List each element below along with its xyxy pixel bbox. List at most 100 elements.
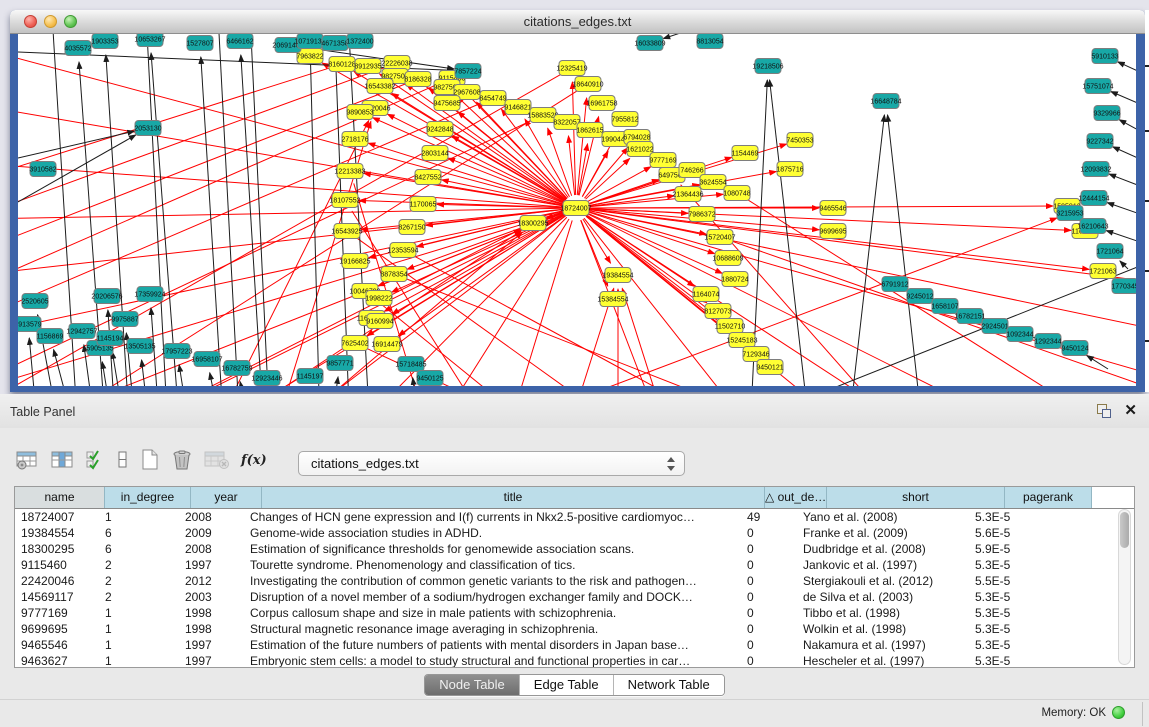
select-rows-icon[interactable]	[86, 448, 106, 472]
network-node[interactable]: 18640910	[572, 77, 603, 92]
network-node[interactable]: 15245183	[726, 333, 757, 348]
float-panel-icon[interactable]	[1096, 403, 1112, 419]
network-node[interactable]: 9227342	[1086, 134, 1113, 149]
network-node[interactable]: 16914479	[371, 337, 402, 352]
network-node[interactable]: 16958107	[191, 352, 222, 367]
network-node[interactable]: 1721063	[1089, 264, 1116, 279]
network-edge[interactable]	[498, 220, 572, 386]
table-scrollbar[interactable]	[1118, 509, 1131, 665]
network-node[interactable]: 9450124	[1061, 341, 1088, 356]
column-header-name[interactable]: name	[15, 487, 105, 508]
network-node[interactable]: 1372400	[346, 34, 373, 49]
network-node[interactable]: 6466162	[226, 34, 253, 49]
column-header-short[interactable]: short	[827, 487, 1005, 508]
table-row[interactable]: 946362711997Embryonic stem cells: a mode…	[15, 653, 1134, 668]
network-edge[interactable]	[588, 213, 722, 273]
network-node[interactable]: 3215953	[1056, 206, 1083, 221]
network-node[interactable]: 1998222	[365, 291, 392, 306]
network-node[interactable]: 8878354	[380, 267, 407, 282]
network-node[interactable]: 1875716	[776, 162, 803, 177]
network-node[interactable]: 12942757	[66, 324, 97, 339]
network-node[interactable]: 12093832	[1080, 162, 1111, 177]
network-node[interactable]: 7986372	[688, 207, 715, 222]
network-node[interactable]: 9975887	[111, 312, 138, 327]
network-node[interactable]: 12923446	[251, 371, 282, 386]
column-header-year[interactable]: year	[191, 487, 262, 508]
network-node[interactable]: 16033809	[634, 36, 665, 51]
network-node[interactable]: 9450121	[756, 360, 783, 375]
network-node[interactable]: 16782759	[221, 361, 252, 376]
tab-node-table[interactable]: Node Table	[425, 675, 519, 695]
network-node[interactable]: 10653267	[134, 34, 165, 47]
function-builder-icon[interactable]: f(x)	[241, 448, 267, 472]
network-node[interactable]: 21364436	[672, 187, 703, 202]
network-node[interactable]: 1164074	[693, 287, 720, 302]
network-node[interactable]: 9857771	[326, 356, 353, 371]
network-node[interactable]: 16782151	[954, 309, 985, 324]
network-node[interactable]: 8127073	[704, 304, 731, 319]
network-node[interactable]: 1903353	[91, 34, 118, 49]
network-node[interactable]: 8427552	[414, 170, 441, 185]
network-edge[interactable]	[142, 360, 150, 386]
show-columns-icon[interactable]	[51, 448, 75, 472]
network-edge[interactable]	[1119, 120, 1136, 131]
network-node[interactable]: 16648784	[870, 94, 901, 109]
network-edge[interactable]	[218, 34, 240, 386]
network-edge[interactable]	[1109, 174, 1136, 186]
network-node[interactable]: 12353594	[387, 243, 418, 258]
network-node[interactable]: 1092344	[1006, 327, 1033, 342]
network-node[interactable]: 19384554	[602, 268, 633, 283]
network-window-titlebar[interactable]: citations_edges.txt	[10, 10, 1145, 34]
tab-network-table[interactable]: Network Table	[613, 675, 724, 695]
network-node[interactable]: 1658107	[931, 299, 958, 314]
network-node[interactable]: 7625402	[341, 336, 368, 351]
table-row[interactable]: 2242004622012Investigating the contribut…	[15, 573, 1134, 589]
network-node[interactable]: 9890853	[346, 105, 373, 120]
table-header-row[interactable]: namein_degreeyeartitle△ out_de…shortpage…	[15, 487, 1134, 509]
network-node[interactable]: 1880724	[721, 272, 748, 287]
network-node[interactable]: 1527807	[186, 36, 213, 51]
column-header-pagerank[interactable]: pagerank	[1005, 487, 1092, 508]
network-node[interactable]: 18724007	[560, 201, 591, 216]
network-node[interactable]: 1145197	[297, 369, 324, 384]
network-node[interactable]: 1292344	[1034, 334, 1061, 349]
network-edge[interactable]	[1107, 203, 1136, 214]
network-node[interactable]: 2924501	[981, 319, 1008, 334]
network-edge[interactable]	[589, 210, 1089, 270]
table-row[interactable]: 946554611997Estimation of the future num…	[15, 637, 1134, 653]
network-node[interactable]: 18107552	[329, 193, 360, 208]
new-document-icon[interactable]	[140, 448, 160, 472]
network-node[interactable]: 9475685	[433, 96, 460, 111]
network-node[interactable]: 1770345	[1111, 279, 1136, 294]
network-canvas[interactable]: 1872400718300295796382281601288912935222…	[18, 34, 1136, 386]
network-node[interactable]: 7450353	[786, 133, 813, 148]
network-node[interactable]: 17957223	[161, 344, 192, 359]
network-node[interactable]: 4035572	[64, 41, 91, 56]
network-edge[interactable]	[112, 352, 126, 386]
network-edge[interactable]	[588, 214, 1068, 386]
network-edge[interactable]	[452, 136, 565, 201]
network-edge[interactable]	[179, 365, 190, 386]
network-node[interactable]: 1154469	[732, 146, 759, 161]
network-node[interactable]: 3910582	[29, 162, 56, 177]
network-edge[interactable]	[1113, 147, 1136, 159]
network-node[interactable]: 3624554	[699, 175, 726, 190]
network-node[interactable]: 2053130	[134, 121, 161, 136]
network-node[interactable]: 15718485	[395, 357, 426, 372]
column-header-out_de[interactable]: △ out_de…	[765, 487, 827, 508]
network-node[interactable]: 8186328	[404, 72, 431, 87]
network-node[interactable]: 1862615	[576, 123, 603, 138]
network-node[interactable]: 1080748	[723, 186, 750, 201]
network-edge[interactable]	[18, 131, 134, 158]
network-node[interactable]: 18300295	[517, 216, 548, 231]
network-edge[interactable]	[848, 115, 884, 386]
network-node[interactable]: 19218506	[752, 59, 783, 74]
network-node[interactable]: 1621022	[626, 142, 653, 157]
table-row[interactable]: 969969511998Structural magnetic resonanc…	[15, 621, 1134, 637]
delete-rows-trash-icon[interactable]	[171, 448, 193, 472]
network-node[interactable]: 9699695	[819, 224, 846, 239]
network-node[interactable]: 4671358	[321, 36, 348, 51]
network-node[interactable]: 16210643	[1077, 219, 1108, 234]
network-node[interactable]: 15384554	[597, 292, 628, 307]
network-node[interactable]: 8160128	[328, 57, 355, 72]
